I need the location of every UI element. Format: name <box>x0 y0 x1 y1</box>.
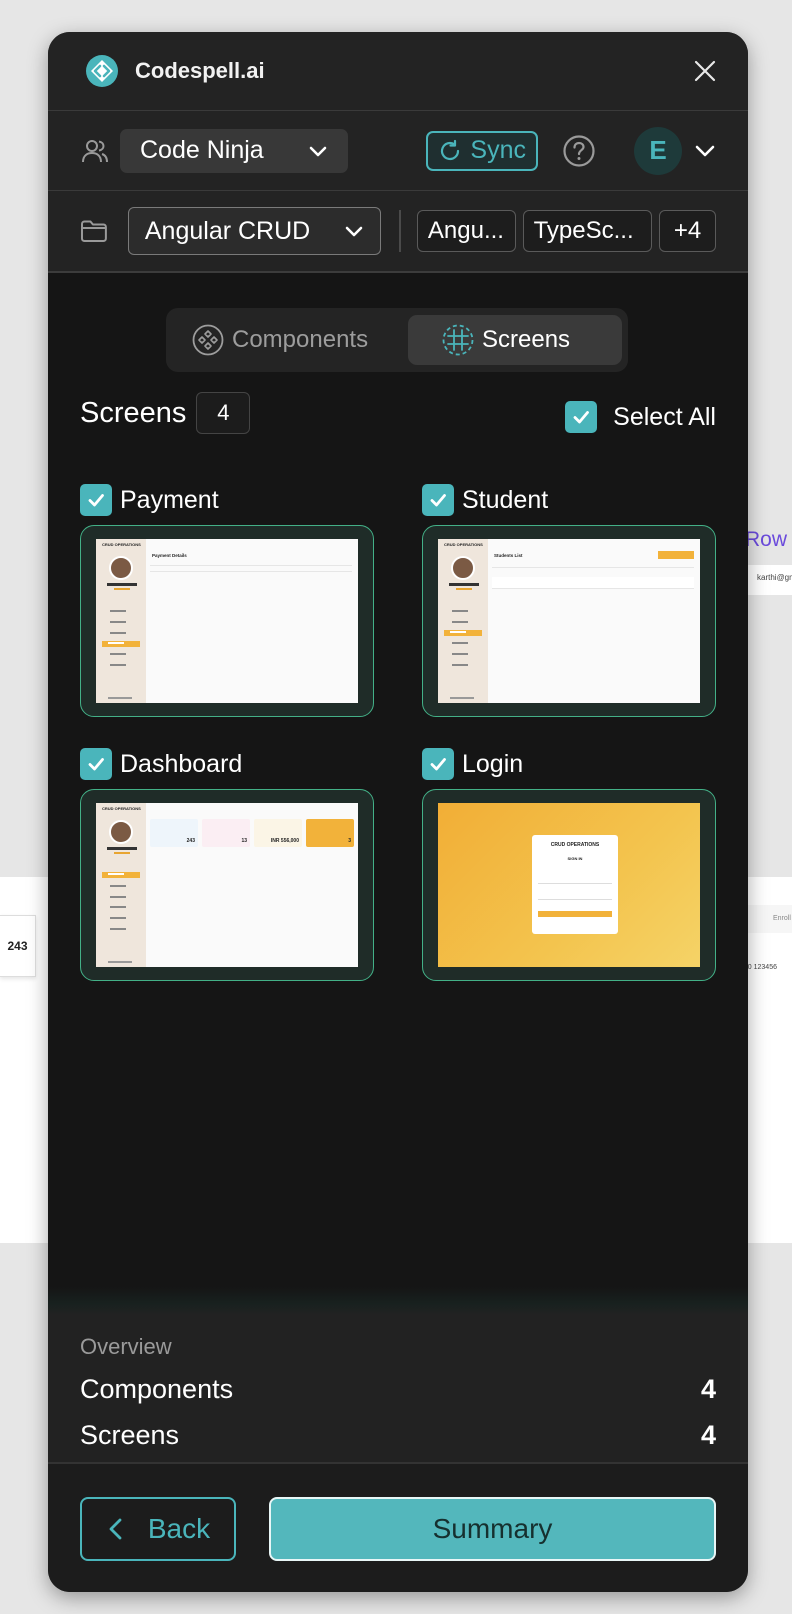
codespell-panel: Codespell.ai Code Ninja Sync E Angular C… <box>48 32 748 1592</box>
check-icon <box>430 758 446 771</box>
screen-card-payment[interactable]: Payment CRUD OPERATIONS Payment Details <box>80 483 374 717</box>
preview-stat: INR 556,000 <box>270 838 299 844</box>
chevron-down-icon <box>309 146 327 156</box>
screen-preview-frame[interactable]: CRUD OPERATIONS Payment Details <box>80 525 374 717</box>
divider <box>398 210 401 252</box>
preview-brand: CRUD OPERATIONS <box>550 842 600 848</box>
sync-button[interactable]: Sync <box>426 130 538 171</box>
chevron-down-icon[interactable] <box>694 140 716 162</box>
screen-checkbox[interactable] <box>422 748 454 780</box>
select-all-checkbox[interactable] <box>565 401 598 433</box>
screen-card-title: Login <box>462 749 524 778</box>
screen-preview-login: CRUD OPERATIONS SIGN IN <box>438 803 700 967</box>
background-email-cell: karthi@gmail.com <box>748 565 792 595</box>
tab-components-label: Components <box>232 326 369 353</box>
preview-avatar <box>451 556 475 580</box>
background-table-header: Enroll N <box>748 905 792 933</box>
check-icon <box>88 494 104 507</box>
refresh-icon <box>441 139 460 160</box>
preview-avatar <box>109 820 133 844</box>
preview-stat: 243 <box>186 838 195 844</box>
close-icon[interactable] <box>692 58 718 84</box>
screen-checkbox[interactable] <box>422 484 454 516</box>
project-bar: Angular CRUD Angu... TypeSc... +4 <box>48 191 748 273</box>
screen-card-student[interactable]: Student CRUD OPERATIONS Students List <box>422 483 716 717</box>
select-all-toggle[interactable]: Select All <box>565 401 716 433</box>
user-avatar[interactable]: E <box>634 126 682 175</box>
summary-button[interactable]: Summary <box>269 1497 716 1561</box>
frame-icon <box>442 324 474 356</box>
select-all-label: Select All <box>613 402 716 431</box>
check-icon <box>430 494 446 507</box>
preview-brand: CRUD OPERATIONS <box>102 806 141 811</box>
preview-avatar <box>109 556 133 580</box>
screen-preview-frame[interactable]: CRUD OPERATIONS Students List <box>422 525 716 717</box>
app-title: Codespell.ai <box>135 58 265 83</box>
check-icon <box>573 411 590 424</box>
tech-tag[interactable]: Angu... <box>416 210 516 252</box>
screen-card-title: Dashboard <box>120 749 243 778</box>
more-tags-badge[interactable]: +4 <box>659 210 716 252</box>
overview-fade <box>48 1287 748 1315</box>
folder-icon <box>80 220 107 242</box>
chevron-down-icon <box>345 226 363 237</box>
tab-components[interactable]: Components <box>172 315 408 365</box>
overview-row-value: 4 <box>700 1374 716 1404</box>
components-icon <box>192 324 224 356</box>
screen-card-header: Dashboard <box>80 747 374 781</box>
screens-title: Screens <box>80 396 187 429</box>
screen-preview-frame[interactable]: CRUD OPERATIONS SIGN IN <box>422 789 716 981</box>
background-stat-value: 243 <box>7 939 28 953</box>
screen-card-login[interactable]: Login CRUD OPERATIONS SIGN IN <box>422 747 716 981</box>
project-select-value: Angular CRUD <box>144 216 311 245</box>
screen-checkbox[interactable] <box>80 748 112 780</box>
screen-checkbox[interactable] <box>80 484 112 516</box>
screens-header: Screens 4 <box>80 392 251 434</box>
screen-preview-frame[interactable]: CRUD OPERATIONS 243 13 INR 556,000 3 <box>80 789 374 981</box>
overview-row-label: Components <box>80 1374 234 1404</box>
title-bar: Codespell.ai <box>48 32 748 111</box>
overview-row-components: Components 4 <box>80 1374 716 1405</box>
preview-brand: CRUD OPERATIONS <box>102 542 141 547</box>
screens-count-badge: 4 <box>196 392 251 434</box>
preview-heading: Payment Details <box>152 553 187 558</box>
preview-heading: SIGN IN <box>567 856 583 861</box>
tab-screens-label: Screens <box>482 326 571 353</box>
tab-screens[interactable]: Screens <box>408 315 622 365</box>
preview-heading: Students List <box>494 553 523 558</box>
screen-preview-payment: CRUD OPERATIONS Payment Details <box>96 539 358 703</box>
overview-row-label: Screens <box>80 1420 180 1450</box>
project-select[interactable]: Angular CRUD <box>127 207 381 255</box>
screen-card-header: Student <box>422 483 716 517</box>
background-row-link: Row <box>745 528 788 551</box>
preview-stat: 3 <box>348 838 351 844</box>
chevron-left-icon <box>109 1518 122 1540</box>
footer: Back Summary <box>48 1462 748 1592</box>
preview-stat: 13 <box>241 838 247 844</box>
team-select[interactable]: Code Ninja <box>120 128 348 173</box>
tech-tag[interactable]: TypeSc... <box>522 210 653 252</box>
screen-card-dashboard[interactable]: Dashboard CRUD OPERATIONS 243 13 INR 556… <box>80 747 374 981</box>
overview-label: Overview <box>80 1334 172 1359</box>
back-button[interactable]: Back <box>80 1497 236 1561</box>
screen-preview-dashboard: CRUD OPERATIONS 243 13 INR 556,000 3 <box>96 803 358 967</box>
screen-card-title: Student <box>462 485 549 514</box>
screen-preview-student: CRUD OPERATIONS Students List <box>438 539 700 703</box>
background-stat-card: 243 <box>0 915 36 977</box>
view-toggle: Components Screens <box>166 308 628 372</box>
codespell-logo-icon <box>86 55 118 87</box>
team-bar: Code Ninja Sync E <box>48 111 748 191</box>
users-icon <box>82 139 108 162</box>
team-select-value: Code Ninja <box>140 136 264 164</box>
screen-card-title: Payment <box>120 485 219 514</box>
back-label: Back <box>147 1513 211 1544</box>
overview-row-screens: Screens 4 <box>80 1420 716 1451</box>
preview-brand: CRUD OPERATIONS <box>444 542 483 547</box>
screen-card-header: Login <box>422 747 716 781</box>
help-icon[interactable] <box>562 134 596 168</box>
overview-row-value: 4 <box>700 1420 716 1450</box>
check-icon <box>88 758 104 771</box>
screen-card-header: Payment <box>80 483 374 517</box>
sync-label: Sync <box>470 136 526 164</box>
